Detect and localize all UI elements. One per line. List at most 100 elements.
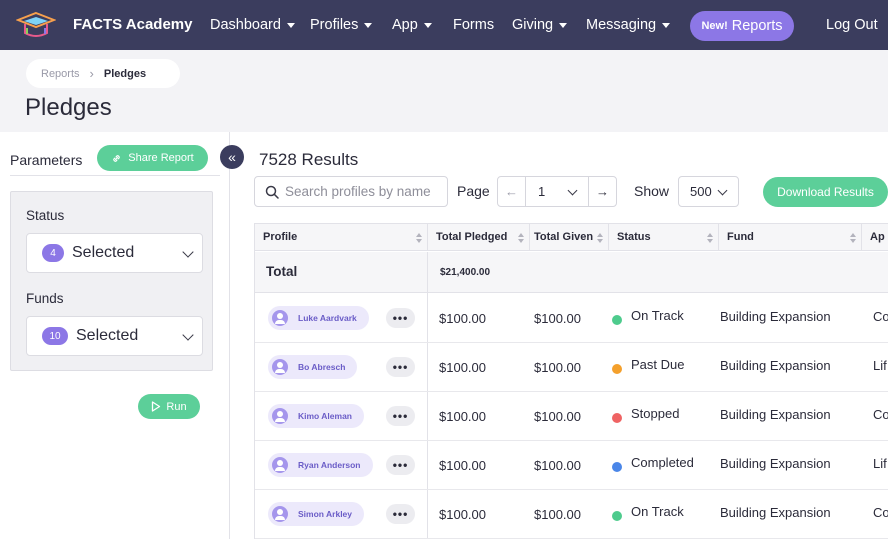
run-button[interactable]: Run <box>138 394 200 419</box>
results-area: 7528 Results Page ← 1 → Show 500 Downloa… <box>230 132 888 539</box>
table-row[interactable]: Ryan Anderson ••• $100.00 $100.00 Comple… <box>255 441 888 490</box>
chevron-down-icon <box>567 185 578 196</box>
status-dot-icon <box>612 511 622 521</box>
profile-chip[interactable]: Luke Aardvark <box>268 306 369 330</box>
total-pledged-cell: $100.00 <box>439 360 486 375</box>
download-results-button[interactable]: Download Results <box>763 177 888 207</box>
breadcrumb-reports[interactable]: Reports <box>41 68 80 80</box>
extra-cell: Co <box>873 309 888 324</box>
brand-name[interactable]: FACTS Academy <box>73 16 192 33</box>
fund-cell: Building Expansion <box>720 358 831 373</box>
nav-app-label: App <box>392 17 418 33</box>
status-dot-icon <box>612 364 622 374</box>
prev-page-button[interactable]: ← <box>498 177 526 206</box>
sort-icon <box>597 233 603 243</box>
chevron-right-icon: › <box>89 66 94 81</box>
search-icon <box>265 185 279 199</box>
arrow-left-icon: ← <box>505 184 518 199</box>
column-header-status[interactable]: Status <box>609 224 719 251</box>
profile-name: Ryan Anderson <box>298 460 361 470</box>
profile-chip[interactable]: Simon Arkley <box>268 502 365 526</box>
sort-icon <box>416 233 422 243</box>
collapse-panel-button[interactable]: « <box>220 145 244 169</box>
total-pledged-cell: $100.00 <box>439 311 486 326</box>
profile-name: Simon Arkley <box>298 509 353 519</box>
page-select[interactable]: 1 <box>526 177 588 206</box>
more-options-button[interactable]: ••• <box>386 406 415 426</box>
status-cell: On Track <box>631 308 684 323</box>
arrow-right-icon: → <box>596 184 609 199</box>
column-header-ap[interactable]: Ap <box>862 224 888 251</box>
table-row[interactable]: Bo Abresch ••• $100.00 $100.00 Past Due … <box>255 343 888 392</box>
column-header-total-given[interactable]: Total Given <box>530 224 609 251</box>
page-select-value: 1 <box>538 184 546 199</box>
avatar-icon <box>272 359 288 375</box>
status-cell: On Track <box>631 504 684 519</box>
extra-cell: Lif <box>873 358 887 373</box>
double-chevron-left-icon: « <box>228 149 236 165</box>
nav-dashboard[interactable]: Dashboard <box>210 17 295 33</box>
total-pledged-cell: $100.00 <box>439 458 486 473</box>
parameters-title: Parameters <box>10 152 83 168</box>
pagination: ← 1 → <box>497 176 617 207</box>
run-label: Run <box>166 400 187 413</box>
caret-down-icon <box>364 22 373 28</box>
ellipsis-icon: ••• <box>392 458 409 472</box>
status-label: Status <box>26 208 65 223</box>
column-header-profile[interactable]: Profile <box>255 224 428 251</box>
nav-messaging-label: Messaging <box>586 17 657 33</box>
play-icon <box>152 401 161 412</box>
more-options-button[interactable]: ••• <box>386 357 415 377</box>
fund-cell: Building Expansion <box>720 456 831 471</box>
total-label: Total <box>266 264 298 279</box>
status-count-badge: 4 <box>42 244 64 262</box>
caret-down-icon <box>423 22 432 28</box>
fund-cell: Building Expansion <box>720 309 831 324</box>
more-options-button[interactable]: ••• <box>386 504 415 524</box>
page-label: Page <box>457 183 490 199</box>
table-row[interactable]: Luke Aardvark ••• $100.00 $100.00 On Tra… <box>255 294 888 343</box>
chevron-down-icon <box>182 329 194 341</box>
logout-link[interactable]: Log Out <box>826 17 878 33</box>
profile-chip[interactable]: Bo Abresch <box>268 355 358 379</box>
total-given-cell: $100.00 <box>534 360 581 375</box>
profile-chip[interactable]: Kimo Aleman <box>268 404 365 428</box>
next-page-button[interactable]: → <box>588 177 616 206</box>
status-dot-icon <box>612 315 622 325</box>
ellipsis-icon: ••• <box>392 311 409 325</box>
profile-chip[interactable]: Ryan Anderson <box>268 453 373 477</box>
nav-dashboard-label: Dashboard <box>210 17 281 33</box>
avatar-icon <box>272 408 288 424</box>
table-row[interactable]: Kimo Aleman ••• $100.00 $100.00 Stopped … <box>255 392 888 441</box>
show-select[interactable]: 500 <box>678 176 739 207</box>
funds-select[interactable]: 10 Selected <box>26 316 203 356</box>
column-header-fund[interactable]: Fund <box>719 224 862 251</box>
ellipsis-icon: ••• <box>392 507 409 521</box>
status-cell: Past Due <box>631 357 685 372</box>
more-options-button[interactable]: ••• <box>386 455 415 475</box>
status-select[interactable]: 4 Selected <box>26 233 203 273</box>
nav-giving-label: Giving <box>512 17 554 33</box>
nav-app[interactable]: App <box>392 17 432 33</box>
share-report-button[interactable]: Share Report <box>97 145 208 171</box>
facts-logo-icon[interactable] <box>16 11 56 39</box>
nav-giving[interactable]: Giving <box>512 17 568 33</box>
search-input[interactable] <box>285 184 440 199</box>
more-options-button[interactable]: ••• <box>386 308 415 328</box>
table-row[interactable]: Simon Arkley ••• $100.00 $100.00 On Trac… <box>255 490 888 539</box>
column-header-total-pledged[interactable]: Total Pledged <box>428 224 530 251</box>
chevron-down-icon <box>717 185 728 196</box>
fund-cell: Building Expansion <box>720 505 831 520</box>
new-reports-button[interactable]: New! Reports <box>690 11 794 41</box>
breadcrumb-current: Pledges <box>103 67 147 80</box>
funds-select-value: Selected <box>76 327 139 344</box>
share-report-label: Share Report <box>128 152 194 164</box>
nav-forms[interactable]: Forms <box>453 17 494 33</box>
sort-icon <box>707 233 713 243</box>
chevron-down-icon <box>182 246 194 258</box>
nav-profiles[interactable]: Profiles <box>310 17 373 33</box>
nav-messaging[interactable]: Messaging <box>586 17 671 33</box>
top-nav: FACTS Academy Dashboard Profiles App For… <box>0 0 888 50</box>
caret-down-icon <box>662 22 671 28</box>
show-label: Show <box>634 183 670 199</box>
